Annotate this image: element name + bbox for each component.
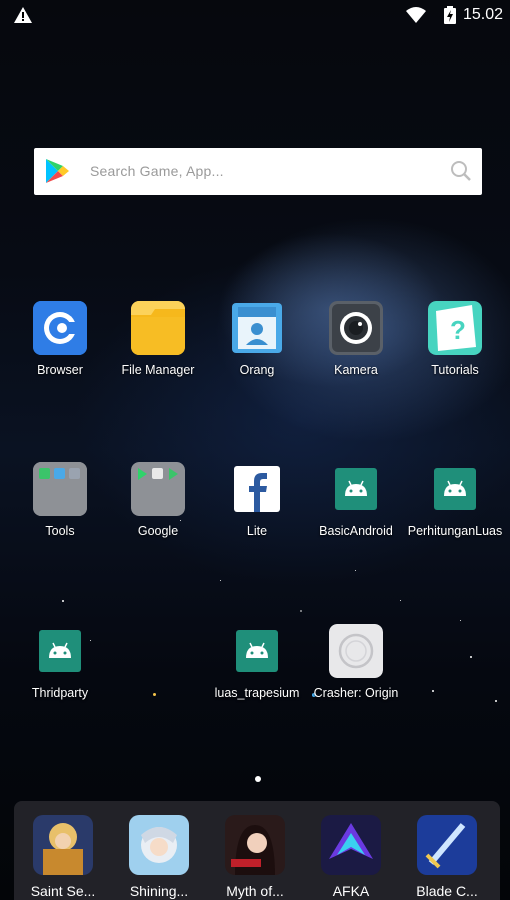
battery-icon [444,6,456,24]
wallpaper [0,0,510,900]
search-bar[interactable]: Search Game, App... [34,148,482,195]
app-label: Orang [239,363,275,377]
app-kamera[interactable]: Kamera [306,301,406,377]
dock-app-shining[interactable]: Shining... [114,815,204,899]
warning-icon [14,7,32,23]
dock-app-label: Saint Se... [30,883,96,899]
contacts-icon [230,301,284,355]
app-label: Lite [246,524,268,538]
folder-group-icon [131,462,185,516]
dock-app-saint-seiya[interactable]: Saint Se... [18,815,108,899]
svg-text:?: ? [450,315,466,345]
dock: Saint Se... Shining... Myth of... AFKA B… [14,801,500,900]
game-icon [129,815,189,875]
app-tutorials[interactable]: ? Tutorials [405,301,505,377]
browser-icon [33,301,87,355]
app-label: Kamera [334,363,378,377]
app-label: Tutorials [431,363,479,377]
app-label: PerhitunganLuas [407,524,503,538]
app-crasher-origin[interactable]: Crasher: Origin [306,624,406,700]
folder-icon [131,301,185,355]
app-lite[interactable]: Lite [207,462,307,538]
app-orang[interactable]: Orang [207,301,307,377]
search-icon[interactable] [450,160,472,182]
app-label: Tools [45,524,75,538]
app-file-manager[interactable]: File Manager [108,301,208,377]
app-label: Thridparty [31,686,89,700]
app-label: Browser [37,363,83,377]
status-bar: 15.02 [0,0,510,32]
search-placeholder[interactable]: Search Game, App... [90,163,224,179]
dock-app-label: Blade C... [416,883,478,899]
camera-icon [329,301,383,355]
play-store-icon [46,159,69,183]
android-icon [329,462,383,516]
app-label: File Manager [121,363,195,377]
app-browser[interactable]: Browser [10,301,110,377]
app-luas-trapesium[interactable]: luas_trapesium [207,624,307,700]
app-label: Crasher: Origin [313,686,399,700]
wifi-icon [406,7,426,23]
game-icon [417,815,477,875]
android-icon [33,624,87,678]
app-label: luas_trapesium [214,686,300,700]
app-label: Google [137,524,179,538]
app-thridparty[interactable]: Thridparty [10,624,110,700]
game-icon [321,815,381,875]
tutorials-icon: ? [428,301,482,355]
game-icon [33,815,93,875]
game-icon [225,815,285,875]
app-basicandroid[interactable]: BasicAndroid [306,462,406,538]
dock-app-blade[interactable]: Blade C... [402,815,492,899]
app-perhitunganluas[interactable]: PerhitunganLuas [405,462,505,538]
app-google[interactable]: Google [108,462,208,538]
crasher-icon [329,624,383,678]
app-label: BasicAndroid [319,524,393,538]
dock-app-label: Shining... [129,883,189,899]
facebook-icon [230,462,284,516]
android-icon [230,624,284,678]
dock-app-afka[interactable]: AFKA [306,815,396,899]
dock-app-label: AFKA [332,883,370,899]
android-icon [428,462,482,516]
dock-app-label: Myth of... [226,883,284,899]
folder-group-icon [33,462,87,516]
page-indicator[interactable] [255,776,261,782]
status-time: 15.02 [463,6,504,23]
dock-app-myth-of[interactable]: Myth of... [210,815,300,899]
app-tools[interactable]: Tools [10,462,110,538]
